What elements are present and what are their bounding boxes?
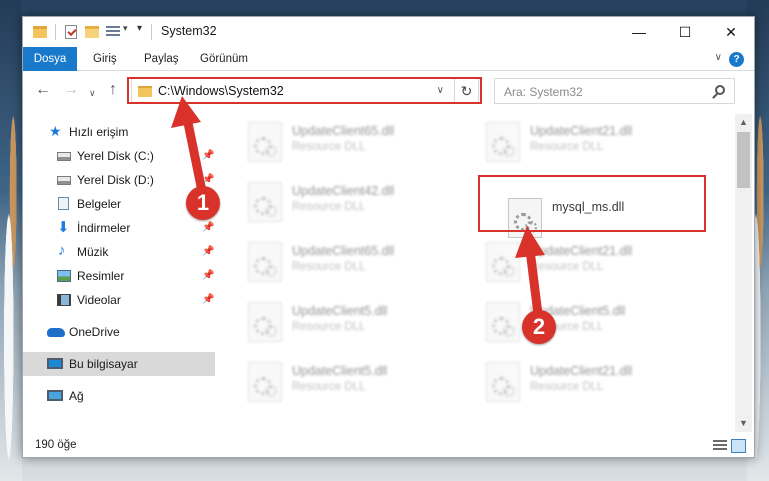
step-marker-2: 2 — [522, 310, 556, 344]
step-marker-1: 1 — [186, 186, 220, 220]
arrow-1 — [171, 96, 208, 201]
arrow-2 — [515, 226, 545, 327]
annotation-arrows — [171, 96, 545, 327]
